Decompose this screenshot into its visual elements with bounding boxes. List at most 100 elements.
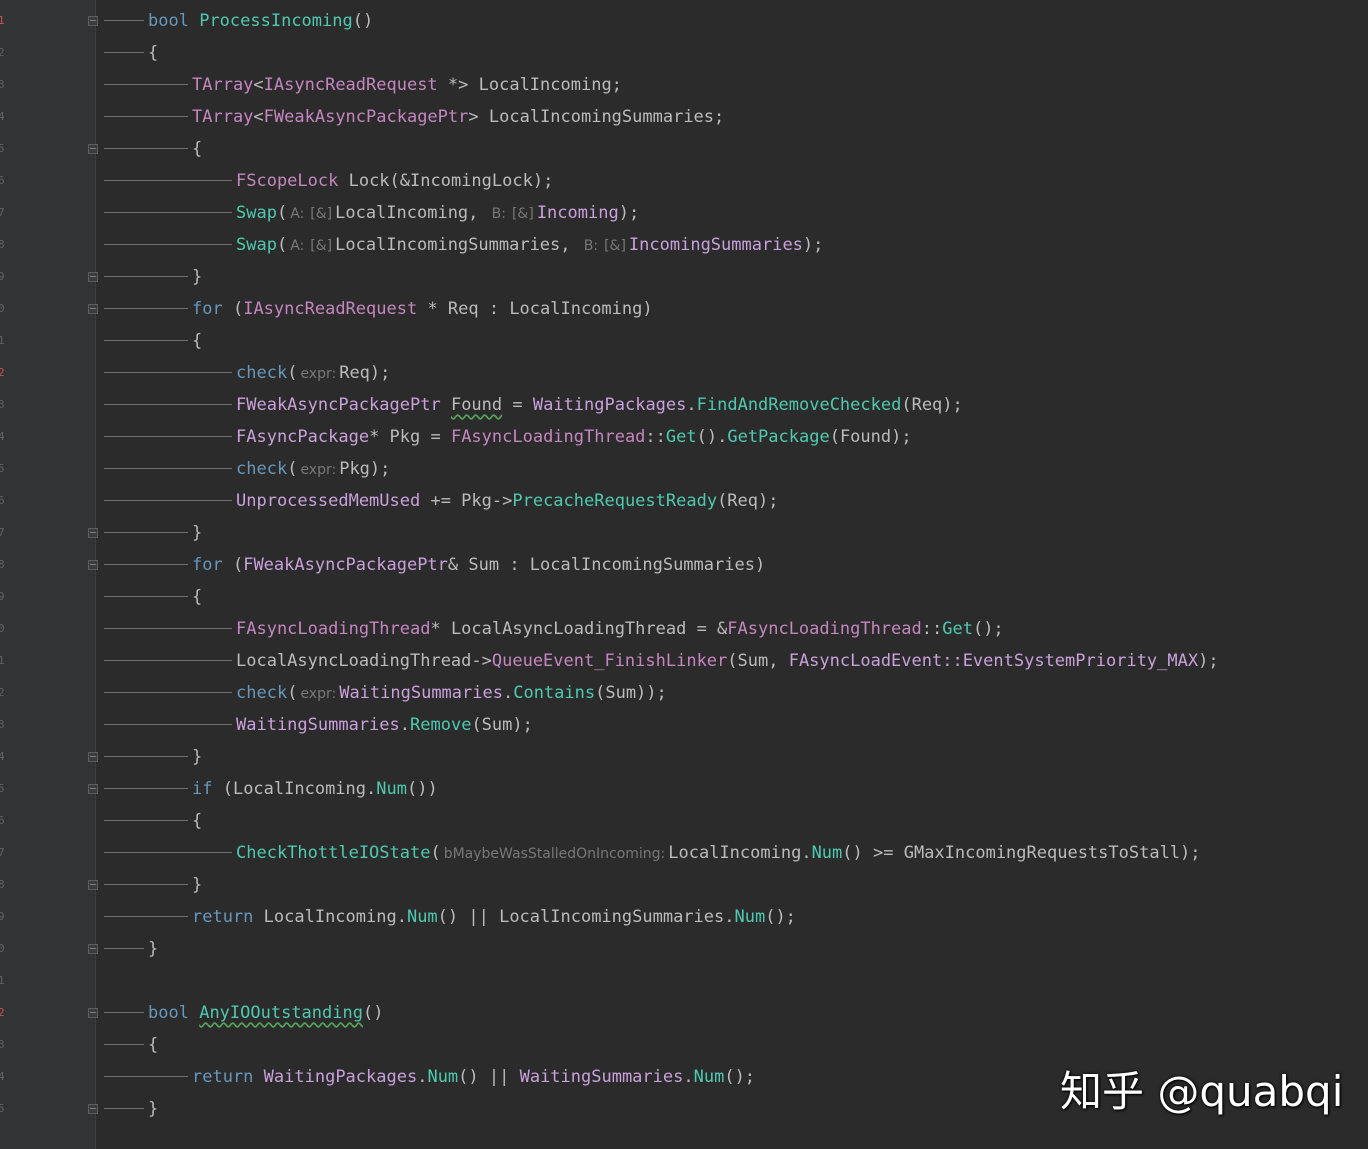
code-line[interactable]: TArray<IAsyncReadRequest *> LocalIncomin…	[104, 69, 622, 101]
code-token: IAsyncReadRequest	[243, 299, 418, 319]
code-token: FAsyncLoadingThread	[450, 427, 646, 447]
line-number: 5	[0, 1102, 5, 1115]
code-line[interactable]: {	[104, 805, 202, 837]
code-token: Contains	[513, 683, 596, 703]
indent-guide	[104, 1108, 144, 1110]
code-line[interactable]: bool AnyIOOutstanding()	[104, 997, 383, 1029]
line-number: 8	[0, 878, 5, 891]
code-token: check	[236, 683, 288, 703]
code-token: IAsyncReadRequest	[263, 75, 438, 95]
indent-guide	[104, 628, 232, 630]
code-token: FAsyncPackage	[236, 427, 370, 447]
code-token: Swap	[236, 235, 277, 255]
code-token: Req);	[339, 363, 391, 383]
code-token: WaitingSummaries	[236, 715, 400, 735]
fold-toggle-icon[interactable]	[88, 1104, 98, 1114]
fold-toggle-icon[interactable]	[88, 528, 98, 538]
code-token: Num	[693, 1067, 725, 1087]
code-line[interactable]: {	[104, 581, 202, 613]
indent-guide	[104, 52, 144, 54]
code-token: () >=	[842, 843, 904, 863]
code-token: ::	[921, 619, 943, 639]
code-line[interactable]: LocalAsyncLoadingThread->QueueEvent_Fini…	[104, 645, 1219, 677]
fold-toggle-icon[interactable]	[88, 1008, 98, 1018]
code-line[interactable]: {	[104, 325, 202, 357]
code-line[interactable]: FScopeLock Lock(&IncomingLock);	[104, 165, 553, 197]
code-token: WaitingSummaries	[519, 1067, 684, 1087]
fold-toggle-icon[interactable]	[88, 880, 98, 890]
code-line[interactable]: }	[104, 1093, 158, 1125]
code-line[interactable]: CheckThottleIOState(bMaybeWasStalledOnIn…	[104, 837, 1201, 869]
code-line[interactable]: bool ProcessIncoming()	[104, 5, 373, 37]
code-line[interactable]: check(expr: Pkg);	[104, 453, 390, 485]
code-token: return	[192, 1067, 254, 1087]
code-token: FWeakAsyncPackagePtr	[243, 555, 448, 575]
code-line[interactable]: check(expr: Req);	[104, 357, 390, 389]
code-token: FWeakAsyncPackagePtr	[236, 395, 441, 415]
code-line[interactable]: }	[104, 869, 202, 901]
code-line[interactable]: return WaitingPackages.Num() || WaitingS…	[104, 1061, 755, 1093]
code-token: ();	[972, 619, 1004, 639]
line-number: 2	[0, 46, 5, 59]
code-token: &IncomingLock	[399, 171, 533, 191]
line-number: 1	[0, 14, 5, 27]
code-line[interactable]: check(expr: WaitingSummaries.Contains(Sum…	[104, 677, 667, 709]
fold-toggle-icon[interactable]	[88, 944, 98, 954]
code-token: );	[532, 171, 554, 191]
indent-guide	[104, 1012, 144, 1014]
code-token: }	[192, 747, 203, 767]
parameter-hint: expr:	[300, 462, 337, 478]
code-token: bool	[148, 11, 189, 31]
code-token: Found	[450, 395, 503, 415]
indent-guide	[104, 756, 188, 758]
fold-toggle-icon[interactable]	[88, 144, 98, 154]
code-token: () || LocalIncomingSummaries.	[437, 907, 735, 927]
code-line[interactable]: Swap(A: [&] LocalIncomingSummaries, B: [&] I…	[104, 229, 823, 261]
code-line[interactable]: FAsyncLoadingThread* LocalAsyncLoadingTh…	[104, 613, 1004, 645]
code-line[interactable]: WaitingSummaries.Remove(Sum);	[104, 709, 533, 741]
code-token: (	[287, 683, 298, 703]
code-line[interactable]: FAsyncPackage* Pkg = FAsyncLoadingThread…	[104, 421, 912, 453]
code-token: IncomingSummaries	[628, 235, 803, 255]
code-line[interactable]: if (LocalIncoming.Num())	[104, 773, 438, 805]
code-line[interactable]: }	[104, 261, 202, 293]
line-number: 9	[0, 910, 5, 923]
code-token: return	[192, 907, 254, 927]
indent-guide	[104, 852, 232, 854]
fold-toggle-icon[interactable]	[88, 752, 98, 762]
code-token: (	[287, 459, 298, 479]
code-line[interactable]: FWeakAsyncPackagePtr Found = WaitingPack…	[104, 389, 963, 421]
code-line[interactable]: {	[104, 37, 158, 69]
code-line[interactable]: return LocalIncoming.Num() || LocalIncom…	[104, 901, 796, 933]
fold-toggle-icon[interactable]	[88, 16, 98, 26]
code-token: .	[417, 1067, 428, 1087]
indent-guide	[104, 788, 188, 790]
line-number: 8	[0, 558, 5, 571]
code-line[interactable]: for (FWeakAsyncPackagePtr& Sum : LocalIn…	[104, 549, 765, 581]
indent-guide	[104, 884, 188, 886]
code-line[interactable]: Swap(A: [&] LocalIncoming, B: [&] Incoming);	[104, 197, 639, 229]
code-token: ();	[765, 907, 796, 927]
code-line[interactable]: UnprocessedMemUsed += Pkg->PrecacheReque…	[104, 485, 778, 517]
code-token: check	[236, 459, 288, 479]
code-token: (	[222, 299, 244, 319]
fold-toggle-icon[interactable]	[88, 560, 98, 570]
fold-toggle-icon[interactable]	[88, 304, 98, 314]
line-number: 5	[0, 142, 5, 155]
parameter-hint: A:	[290, 206, 305, 222]
fold-toggle-icon[interactable]	[88, 272, 98, 282]
fold-toggle-icon[interactable]	[88, 784, 98, 794]
code-token: WaitingSummaries	[339, 683, 503, 703]
code-line[interactable]: {	[104, 1029, 158, 1061]
code-token: WaitingPackages	[263, 1067, 418, 1087]
code-line[interactable]: for (IAsyncReadRequest * Req : LocalInco…	[104, 293, 653, 325]
code-line[interactable]: {	[104, 133, 202, 165]
code-line[interactable]: }	[104, 933, 158, 965]
code-line[interactable]: }	[104, 741, 202, 773]
code-line[interactable]: TArray<FWeakAsyncPackagePtr> LocalIncomi…	[104, 101, 724, 133]
code-line[interactable]: }	[104, 517, 202, 549]
parameter-hint: expr:	[300, 366, 337, 382]
code-token: (	[276, 203, 288, 223]
line-number: 0	[0, 622, 5, 635]
